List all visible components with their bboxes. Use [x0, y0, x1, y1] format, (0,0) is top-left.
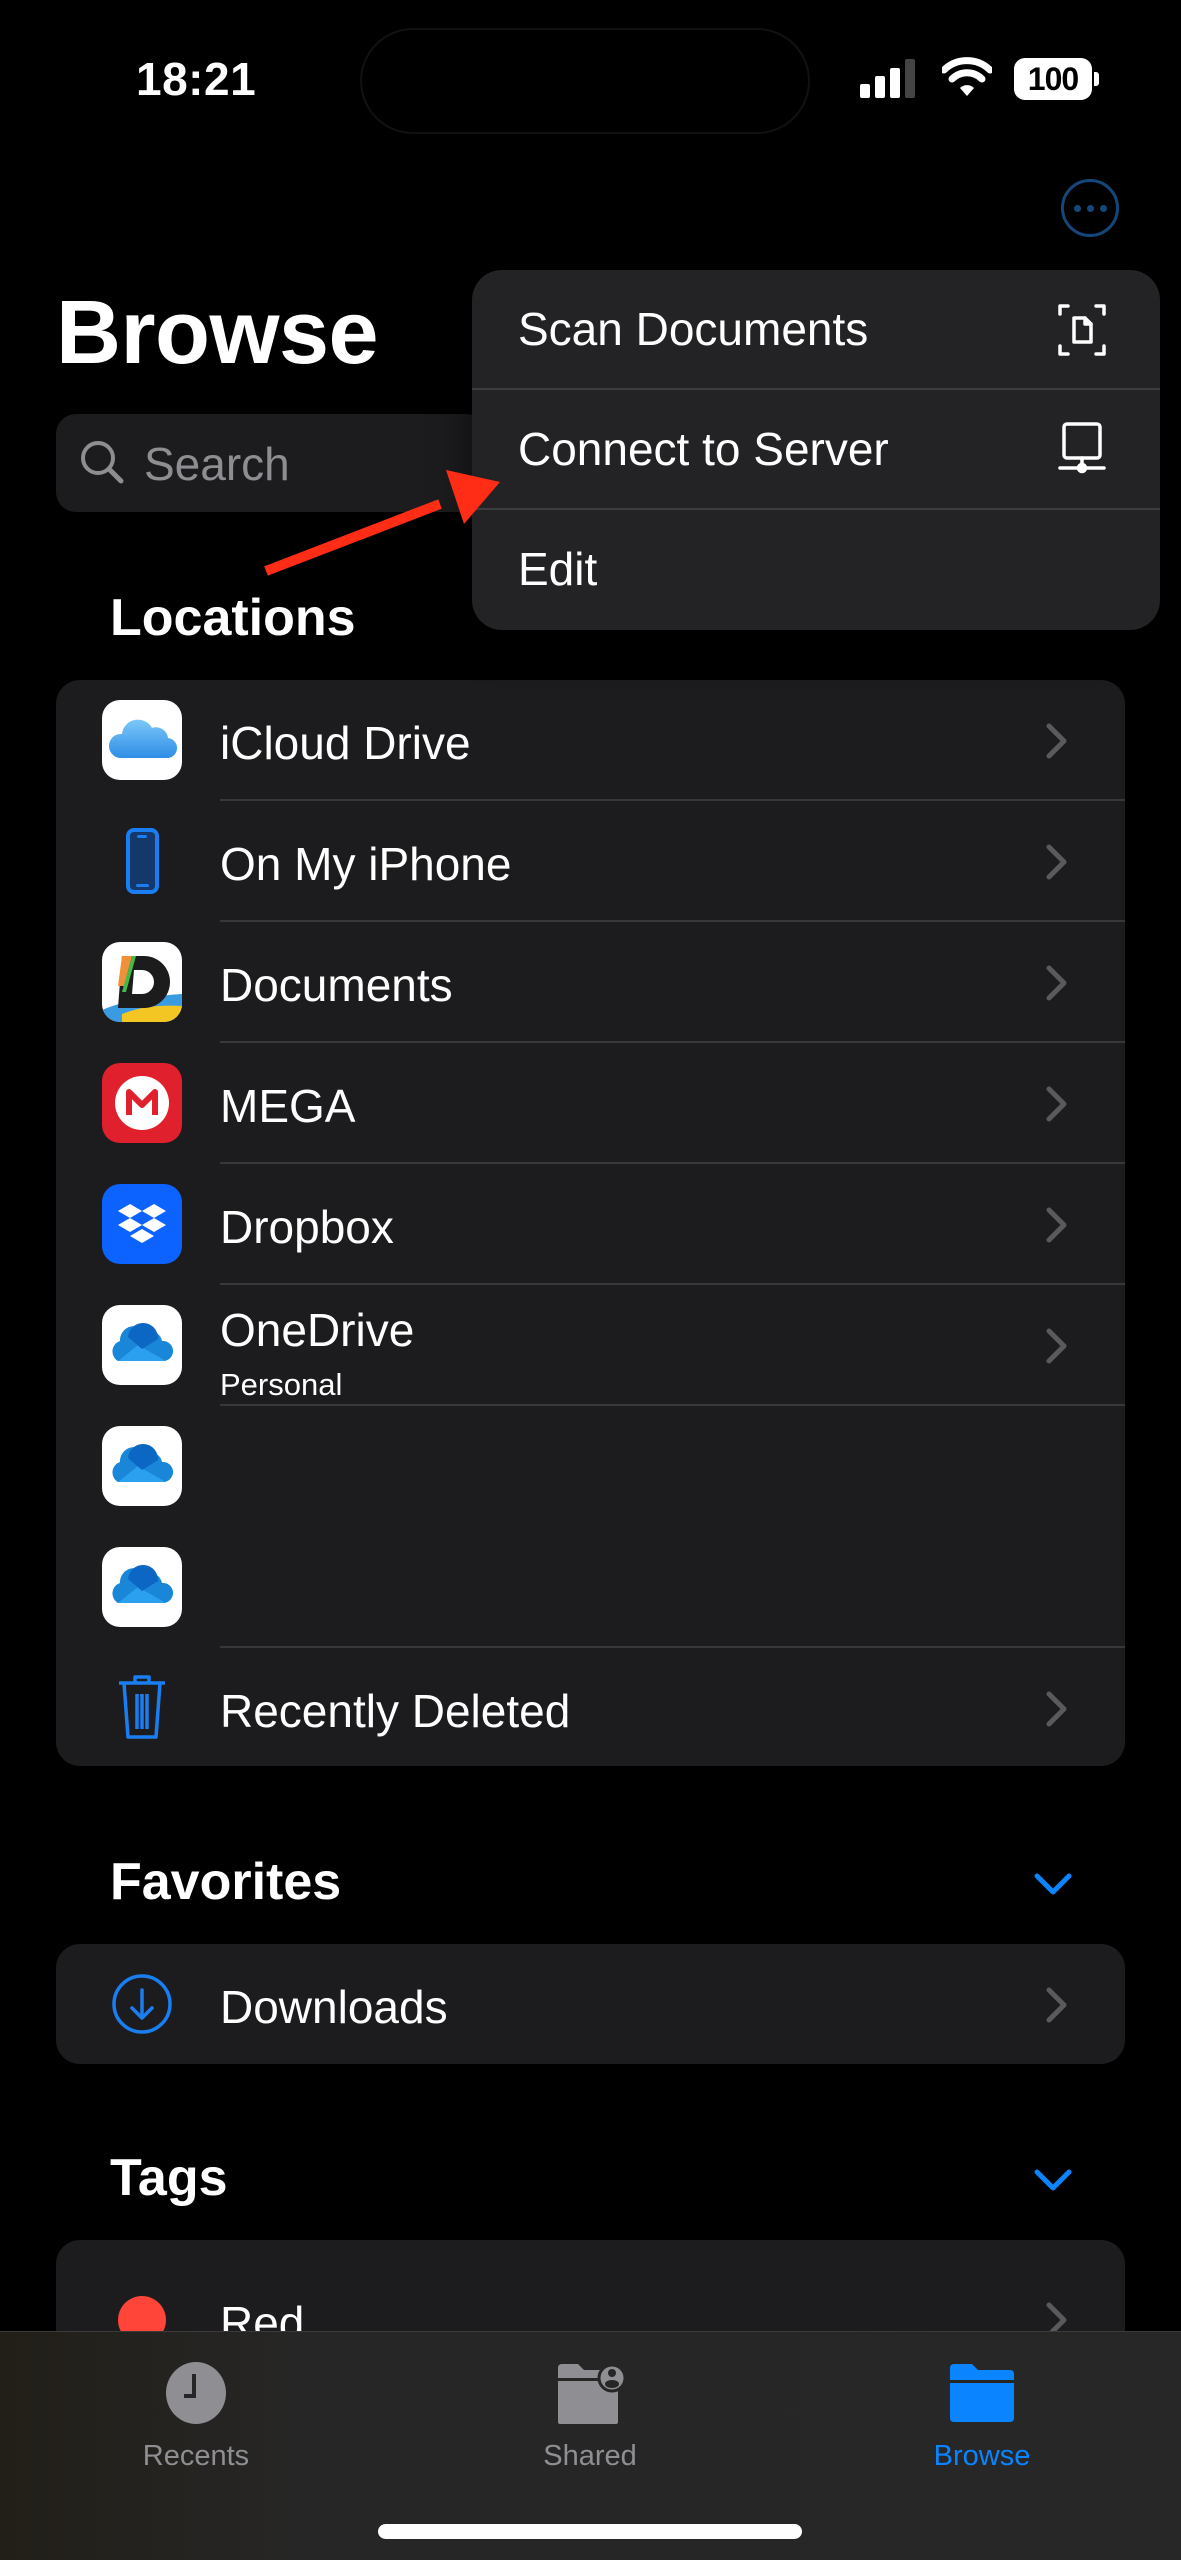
location-icloud-drive[interactable]: iCloud Drive — [56, 680, 1125, 801]
menu-item-edit[interactable]: Edit — [472, 510, 1160, 630]
menu-item-label: Connect to Server — [518, 423, 889, 475]
tab-label: Shared — [543, 2440, 637, 2472]
menu-item-connect-to-server[interactable]: Connect to Server — [472, 390, 1160, 510]
home-indicator[interactable] — [378, 2524, 802, 2539]
search-input[interactable]: Search — [56, 414, 486, 512]
battery-level: 100 — [1014, 58, 1092, 100]
red-tag-dot-icon — [102, 2260, 182, 2340]
wifi-icon — [942, 57, 992, 96]
chevron-right-icon — [1046, 1691, 1067, 1727]
section-title-favorites: Favorites — [110, 1853, 342, 1911]
location-subtitle: Personal — [220, 1367, 343, 1402]
iphone-icon — [102, 821, 182, 901]
more-options-button[interactable] — [1061, 179, 1119, 237]
location-on-my-iphone[interactable]: On My iPhone — [56, 801, 1125, 922]
location-onedrive-personal[interactable]: OneDrive Personal — [56, 1285, 1125, 1406]
shared-folder-icon — [558, 2363, 624, 2424]
locations-list: iCloud Drive On My iPhone Documents MEGA… — [56, 680, 1125, 1766]
chevron-right-icon — [1046, 1328, 1067, 1364]
location-label: MEGA — [220, 1080, 356, 1132]
location-label: Documents — [220, 959, 453, 1011]
documents-app-icon — [102, 942, 182, 1022]
section-title-tags: Tags — [110, 2149, 228, 2207]
tab-browse[interactable]: Browse — [882, 2352, 1082, 2482]
onedrive-icon — [102, 1426, 182, 1506]
location-label: OneDrive — [220, 1304, 415, 1356]
menu-item-label: Edit — [518, 543, 598, 595]
favorites-collapse-chevron-icon[interactable] — [1033, 1870, 1073, 1898]
dynamic-island — [360, 28, 810, 134]
icloud-icon — [102, 700, 182, 780]
download-icon — [102, 1964, 182, 2044]
cellular-signal-icon — [860, 59, 915, 98]
battery-icon: 100 — [1014, 58, 1100, 100]
chevron-right-icon — [1046, 1987, 1067, 2023]
section-title-locations: Locations — [110, 589, 356, 647]
chevron-right-icon — [1046, 844, 1067, 880]
menu-item-label: Scan Documents — [518, 303, 869, 355]
favorite-label: Downloads — [220, 1981, 448, 2033]
location-label: On My iPhone — [220, 838, 512, 890]
tab-shared[interactable]: Shared — [490, 2352, 690, 2482]
location-label: Recently Deleted — [220, 1685, 571, 1737]
chevron-right-icon — [1046, 1207, 1067, 1243]
mega-icon — [102, 1063, 182, 1143]
scan-document-icon — [1058, 304, 1106, 356]
trash-icon — [102, 1668, 182, 1748]
tab-label: Browse — [933, 2440, 1031, 2472]
onedrive-icon — [102, 1305, 182, 1385]
menu-item-scan-documents[interactable]: Scan Documents — [472, 270, 1160, 390]
chevron-right-icon — [1046, 965, 1067, 1001]
location-onedrive-3[interactable] — [56, 1527, 1125, 1648]
location-dropbox[interactable]: Dropbox — [56, 1164, 1125, 1285]
status-time: 18:21 — [136, 53, 257, 105]
dropbox-icon — [102, 1184, 182, 1264]
location-documents[interactable]: Documents — [56, 922, 1125, 1043]
location-label: iCloud Drive — [220, 717, 471, 769]
location-label: Dropbox — [220, 1201, 394, 1253]
location-onedrive-2[interactable] — [56, 1406, 1125, 1527]
tab-recents[interactable]: Recents — [96, 2352, 296, 2482]
location-recently-deleted[interactable]: Recently Deleted — [56, 1648, 1125, 1766]
tags-collapse-chevron-icon[interactable] — [1033, 2166, 1073, 2194]
clock-icon — [166, 2362, 226, 2424]
tab-label: Recents — [142, 2440, 250, 2472]
chevron-right-icon — [1046, 723, 1067, 759]
search-placeholder: Search — [144, 438, 290, 490]
search-icon — [81, 441, 124, 484]
server-icon — [1058, 422, 1106, 474]
more-options-menu: Scan Documents Connect to Server Edit — [472, 270, 1160, 630]
favorite-downloads[interactable]: Downloads — [56, 1944, 1125, 2064]
folder-icon — [950, 2364, 1014, 2422]
chevron-right-icon — [1046, 1086, 1067, 1122]
onedrive-icon — [102, 1547, 182, 1627]
page-title: Browse — [56, 283, 379, 383]
ellipsis-icon — [1073, 204, 1081, 212]
location-mega[interactable]: MEGA — [56, 1043, 1125, 1164]
favorites-list: Downloads — [56, 1944, 1125, 2064]
